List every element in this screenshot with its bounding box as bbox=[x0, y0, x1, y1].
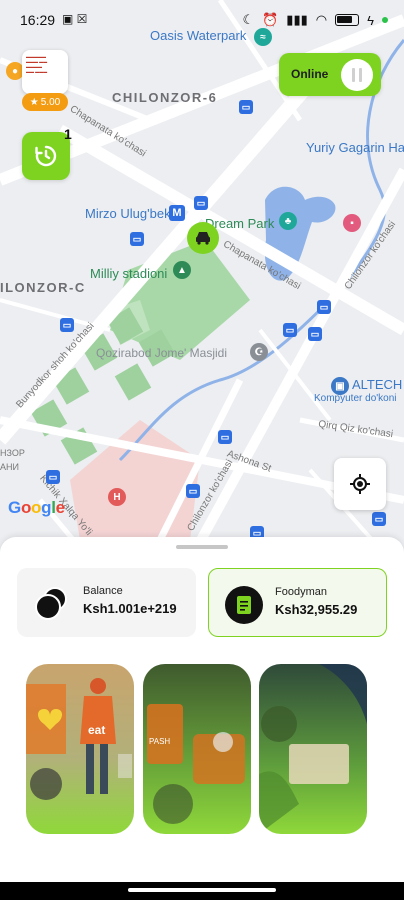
foodyman-value: Ksh32,955.29 bbox=[275, 602, 358, 617]
map-label-left1: НЗОР bbox=[0, 448, 25, 458]
svg-text:PASH: PASH bbox=[149, 737, 170, 746]
courier-image: eat bbox=[26, 664, 134, 834]
online-toggle[interactable]: Online bbox=[279, 53, 381, 96]
my-location-button[interactable] bbox=[334, 458, 386, 510]
mosque-pin-icon[interactable]: ☪ bbox=[250, 343, 268, 361]
bus-stop-icon: ▭ bbox=[283, 323, 297, 337]
svg-text:eat: eat bbox=[88, 723, 105, 737]
coins-icon bbox=[35, 587, 67, 620]
history-icon bbox=[35, 145, 57, 167]
google-logo: Google bbox=[8, 498, 65, 517]
history-count: 1 bbox=[64, 126, 72, 142]
wifi-icon: ◠ bbox=[315, 12, 328, 27]
map-label-yuriy: Yuriy Gagarin Ha bbox=[306, 140, 404, 155]
foodyman-card[interactable]: Foodyman Ksh32,955.29 bbox=[208, 568, 387, 637]
wallet-icon bbox=[225, 586, 263, 624]
pink-poi-icon[interactable]: ▪ bbox=[343, 214, 361, 232]
bottom-sheet[interactable]: Balance Ksh1.001e+219 Foodyman Ksh32,955… bbox=[0, 537, 404, 882]
rating-badge: ★ 5.00 bbox=[22, 93, 68, 111]
bus-stop-icon: ▭ bbox=[317, 300, 331, 314]
map-label-altech-sub: Kompyuter do'koni bbox=[314, 393, 397, 404]
car-location-marker[interactable] bbox=[187, 222, 219, 254]
online-label: Online bbox=[291, 67, 329, 81]
delivery-image: PASH bbox=[143, 664, 251, 834]
bus-stop-icon: ▭ bbox=[194, 196, 208, 210]
bus-stop-icon: ▭ bbox=[60, 318, 74, 332]
status-icons: ☾ ⏰ ▮▮▮ ◠ ϟ bbox=[242, 12, 388, 28]
bus-stop-icon: ▭ bbox=[372, 512, 386, 526]
metro-icon[interactable]: M bbox=[169, 205, 185, 221]
map-label-altech: ALTECH bbox=[352, 377, 403, 392]
park-pin-icon[interactable]: ♣ bbox=[279, 212, 297, 230]
home-gesture-pill[interactable] bbox=[128, 888, 276, 892]
bus-stop-icon: ▭ bbox=[130, 232, 144, 246]
stadium-pin-icon[interactable]: ▲ bbox=[173, 261, 191, 279]
shop-thumbnail[interactable]: ▬▬▬▬▬ ▬▬▬ ▬▬ ▬▬▬▬ ▬▬ ▬▬▬ bbox=[22, 50, 68, 94]
promo-banner-courier[interactable]: eat bbox=[26, 664, 134, 834]
crosshair-icon bbox=[350, 474, 370, 494]
rating-value: 5.00 bbox=[40, 96, 61, 108]
handover-image bbox=[259, 664, 367, 834]
bus-stop-icon: ▭ bbox=[186, 484, 200, 498]
map-label-qozirabod: Qozirabod Jome' Masjidi bbox=[96, 346, 228, 360]
map-label-chilonzor6: CHILONZOR-6 bbox=[112, 90, 218, 105]
bus-stop-icon: ▭ bbox=[218, 430, 232, 444]
hospital-pin-icon[interactable]: H bbox=[108, 488, 126, 506]
promo-banner-delivery[interactable]: PASH bbox=[143, 664, 251, 834]
signal-icon: ▮▮▮ bbox=[286, 12, 308, 27]
notification-icons: ▣ ☒ bbox=[62, 12, 88, 26]
balance-title: Balance bbox=[83, 585, 123, 597]
order-history-button[interactable] bbox=[22, 132, 70, 180]
map-label-mirzo: Mirzo Ulug'bek bbox=[85, 206, 171, 221]
shop-pin-icon[interactable]: ▣ bbox=[331, 377, 349, 395]
charging-icon: ϟ bbox=[367, 12, 374, 28]
battery-icon bbox=[335, 14, 360, 26]
bus-stop-icon: ▭ bbox=[46, 470, 60, 484]
promo-banner-handover[interactable] bbox=[259, 664, 367, 834]
balance-value: Ksh1.001e+219 bbox=[83, 601, 177, 616]
map-label-left2: АНИ bbox=[0, 462, 19, 472]
status-bar: 16:29 ▣ ☒ ☾ ⏰ ▮▮▮ ◠ ϟ bbox=[0, 0, 404, 40]
bus-stop-icon: ▭ bbox=[308, 327, 322, 341]
balance-card[interactable]: Balance Ksh1.001e+219 bbox=[17, 568, 196, 637]
sheet-drag-handle[interactable] bbox=[176, 545, 228, 549]
car-icon bbox=[196, 232, 210, 245]
star-icon: ★ bbox=[29, 96, 39, 108]
alarm-icon: ⏰ bbox=[262, 12, 279, 27]
privacy-dot-icon bbox=[382, 17, 388, 23]
moon-icon: ☾ bbox=[242, 12, 255, 27]
map-label-chilonzorc: ILONZOR-C bbox=[0, 280, 86, 295]
bus-stop-icon: ▭ bbox=[239, 100, 253, 114]
foodyman-title: Foodyman bbox=[275, 586, 327, 598]
toggle-knob[interactable] bbox=[341, 59, 373, 91]
map-label-milliy: Milliy stadioni bbox=[90, 266, 168, 281]
status-time: 16:29 bbox=[20, 12, 56, 28]
